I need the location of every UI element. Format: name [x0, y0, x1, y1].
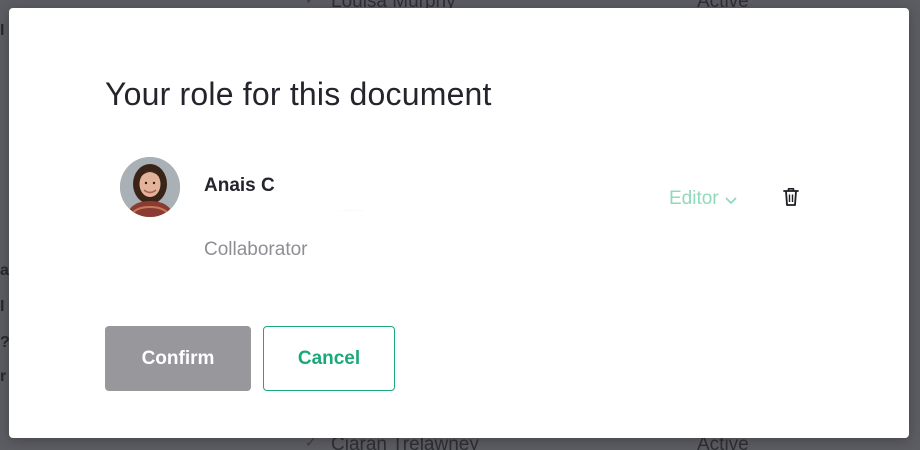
dialog-title: Your role for this document [105, 76, 492, 112]
role-dialog: Your role for this document Anais C ····… [9, 8, 909, 438]
member-name: Anais C [204, 175, 275, 196]
role-dropdown-value: Editor [669, 188, 719, 209]
chevron-down-icon [724, 192, 738, 206]
member-email: ········ [341, 208, 365, 214]
trash-icon[interactable] [781, 186, 801, 208]
member-role-label: Collaborator [204, 239, 308, 260]
confirm-button[interactable]: Confirm [105, 326, 251, 391]
cancel-button[interactable]: Cancel [263, 326, 395, 391]
user-avatar [120, 157, 180, 217]
check-icon: ✓ [305, 0, 321, 7]
role-dropdown[interactable]: Editor [669, 187, 738, 211]
member-row: Anais C ········ Collaborator Editor [9, 156, 909, 266]
